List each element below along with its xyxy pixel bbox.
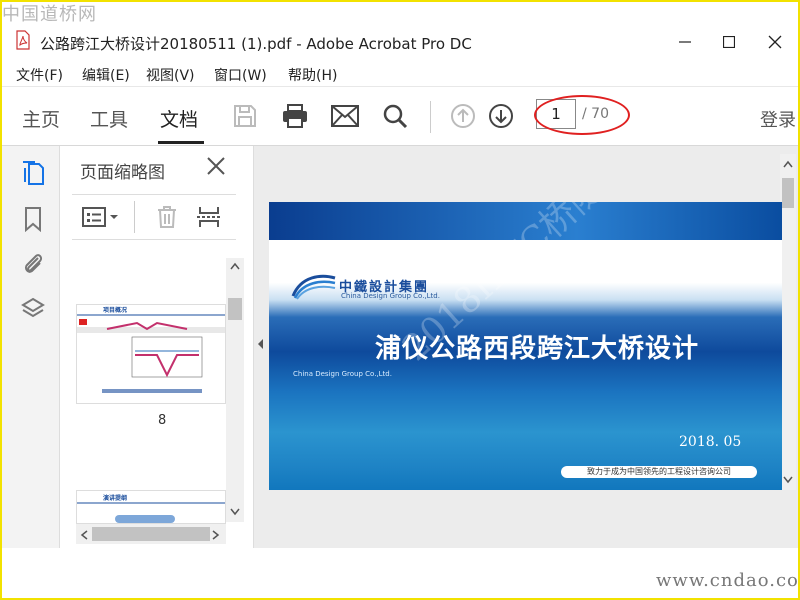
tab-tools[interactable]: 工具 [90, 105, 128, 132]
thumb1-heading: 项目概况 [103, 306, 127, 314]
close-icon [207, 157, 225, 175]
pdf-page: 中鐵設計集團 China Design Group Co.,Ltd. 浦仪公路西… [269, 202, 782, 490]
arrow-up-circle-icon [451, 104, 475, 128]
thumbnail-tools [72, 194, 236, 240]
document-vertical-scrollbar[interactable] [780, 154, 796, 490]
chevron-down-icon [783, 476, 793, 484]
thumbnail-preview: 演讲提纲 [77, 491, 225, 523]
pages-icon [23, 161, 44, 185]
options-menu-icon[interactable] [82, 207, 120, 227]
chevron-down-icon [230, 508, 240, 516]
login-link[interactable]: 登录 [760, 106, 796, 132]
print-button[interactable] [280, 101, 310, 131]
slide-slogan: 致力于成为中国领先的工程设计咨询公司 [561, 466, 757, 478]
chevron-right-icon [212, 530, 220, 540]
arrow-down-circle-icon [489, 104, 513, 128]
annotation-ellipse [534, 95, 630, 135]
layers-icon [21, 297, 45, 318]
slide-date: 2018. 05 [679, 434, 742, 450]
printer-icon [283, 104, 307, 128]
bookmarks-button[interactable] [20, 206, 46, 232]
menu-file[interactable]: 文件(F) [16, 65, 63, 85]
chevron-left-icon [80, 530, 88, 540]
tools-separator [134, 201, 135, 233]
maximize-button[interactable] [706, 26, 752, 58]
envelope-icon [331, 105, 359, 127]
thumbnail-page-number: 8 [158, 413, 167, 428]
window-title: 公路跨江大桥设计20180511 (1).pdf - Adobe Acrobat… [40, 35, 472, 53]
minimize-icon [679, 41, 691, 43]
thumbnail-vertical-scrollbar[interactable] [226, 258, 244, 522]
close-panel-button[interactable] [206, 156, 226, 182]
menu-help[interactable]: 帮助(H) [288, 65, 337, 85]
attachments-button[interactable] [20, 250, 46, 276]
save-icon [234, 105, 256, 127]
pdf-file-icon [16, 30, 30, 50]
tab-document[interactable]: 文档 [160, 105, 198, 132]
paperclip-icon [24, 254, 43, 273]
page-thumbnails-button[interactable] [20, 160, 46, 186]
navigation-pane [2, 146, 60, 548]
thumb2-heading: 演讲提纲 [103, 494, 127, 502]
delete-icon[interactable] [156, 205, 178, 229]
search-icon [383, 104, 408, 129]
toolbar-separator [430, 101, 431, 133]
layers-button[interactable] [20, 296, 46, 322]
chevron-up-icon [230, 262, 240, 270]
previous-page-button[interactable] [448, 101, 478, 131]
bookmark-icon [25, 207, 41, 232]
scroll-thumb[interactable] [92, 527, 210, 541]
toolbar: 主页 工具 文档 [2, 86, 798, 146]
slide-subtitle-en: China Design Group Co.,Ltd. [293, 370, 392, 378]
menu-bar: 文件(F) 编辑(E) 视图(V) 窗口(W) 帮助(H) [2, 60, 798, 86]
company-logo-icon [291, 274, 336, 300]
scroll-thumb[interactable] [228, 298, 242, 320]
page-thumbnail-8[interactable]: 项目概况 [76, 304, 226, 404]
active-tab-indicator [158, 141, 204, 144]
next-page-button[interactable] [486, 101, 516, 131]
extract-pages-icon[interactable] [196, 205, 222, 229]
thumbnail-preview: 项目概况 [77, 305, 225, 403]
close-icon [768, 35, 782, 49]
save-button[interactable] [230, 101, 260, 131]
search-button[interactable] [380, 101, 410, 131]
site-watermark-top: 中国道桥网 [2, 4, 97, 25]
thumbnail-horizontal-scrollbar[interactable] [76, 524, 226, 544]
site-watermark-bottom: www.cndao.com [656, 570, 800, 591]
menu-edit[interactable]: 编辑(E) [82, 65, 130, 85]
menu-view[interactable]: 视图(V) [146, 65, 195, 85]
close-window-button[interactable] [752, 26, 798, 58]
minimize-button[interactable] [662, 26, 708, 58]
scroll-thumb[interactable] [782, 178, 794, 208]
thumbnails-panel-title: 页面缩略图 [80, 163, 165, 183]
menu-window[interactable]: 窗口(W) [214, 65, 267, 85]
email-button[interactable] [330, 101, 360, 131]
chevron-up-icon [783, 160, 793, 168]
collapse-panel-icon[interactable] [256, 338, 264, 350]
tab-home[interactable]: 主页 [22, 105, 60, 132]
maximize-icon [723, 36, 735, 48]
page-thumbnail-9[interactable]: 演讲提纲 [76, 490, 226, 524]
